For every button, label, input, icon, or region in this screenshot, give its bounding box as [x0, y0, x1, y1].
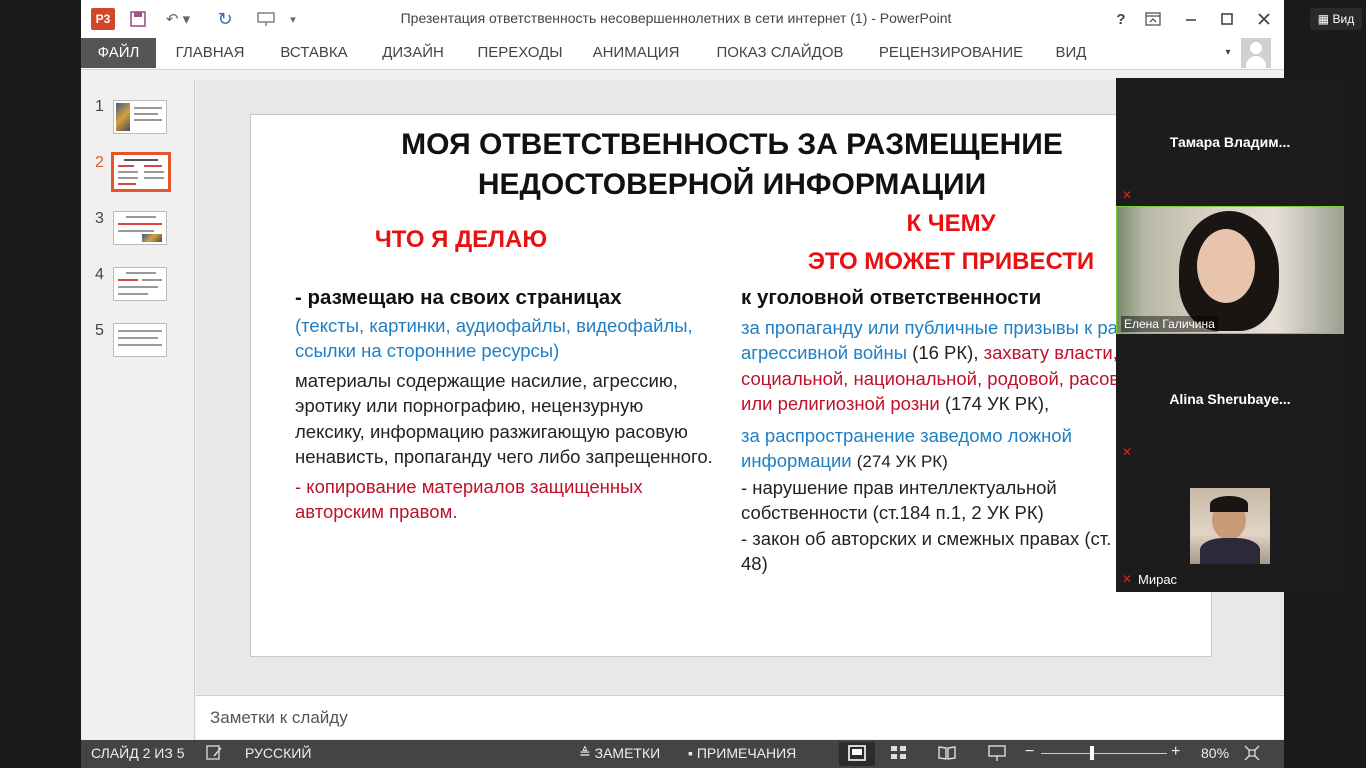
customize-toolbar-icon[interactable]: ▾	[286, 8, 300, 30]
save-icon[interactable]	[127, 8, 149, 30]
right-heading: К ЧЕМУ ЭТО МОЖЕТ ПРИВЕСТИ	[807, 210, 1095, 275]
slide-thumbnail-2[interactable]	[111, 152, 171, 192]
participant-name: Елена Галичина	[1121, 316, 1218, 332]
slide-title: МОЯ ОТВЕТСТВЕННОСТЬ ЗА РАЗМЕЩЕНИЕ НЕДОСТ…	[401, 128, 1063, 201]
minimize-icon[interactable]	[1180, 8, 1202, 30]
thumb-number: 3	[95, 210, 104, 227]
slide-canvas[interactable]: МОЯ ОТВЕТСТВЕННОСТЬ ЗА РАЗМЕЩЕНИЕ НЕДОСТ…	[250, 114, 1212, 657]
muted-mic-icon: ✕	[1121, 572, 1133, 586]
participant-tile[interactable]: Тамара Владим... ✕	[1116, 78, 1344, 206]
left-column-text: - размещаю на своих страницах (тексты, к…	[295, 285, 715, 525]
slide-thumbnails-panel: 1 2 3 4 5	[81, 80, 195, 740]
tab-home[interactable]: ГЛАВНАЯ	[169, 38, 251, 68]
right-bold-line: к уголовной ответственности	[741, 286, 1042, 309]
status-bar: СЛАЙД 2 ИЗ 5 РУССКИЙ ≜ ЗАМЕТКИ ▪ ПРИМЕЧА…	[81, 740, 1284, 768]
title-bar: P3 ↶ ▾ ↻ ▾ Презентация ответственность н…	[81, 0, 1284, 38]
comments-toggle[interactable]: ▪ ПРИМЕЧАНИЯ	[688, 745, 796, 761]
grid-icon: ▦	[1317, 12, 1330, 26]
notes-toggle[interactable]: ≜ ЗАМЕТКИ	[579, 745, 660, 762]
participant-tile[interactable]: Alina Sherubaye... ✕	[1116, 335, 1344, 463]
tab-insert[interactable]: ВСТАВКА	[271, 38, 357, 68]
comment-icon: ▪	[688, 745, 693, 761]
powerpoint-logo-icon: P3	[91, 8, 115, 30]
fit-slide-icon[interactable]	[1243, 744, 1261, 765]
ribbon-display-options-icon[interactable]	[1142, 8, 1164, 30]
view-button[interactable]: ▦ Вид	[1310, 8, 1362, 30]
help-button[interactable]: ?	[1110, 8, 1132, 30]
language-indicator[interactable]: РУССКИЙ	[245, 745, 311, 761]
zoom-level[interactable]: 80%	[1201, 745, 1229, 761]
notes-icon: ≜	[579, 745, 591, 761]
left-red-text: - копирование материалов защищенных авто…	[295, 475, 643, 523]
undo-icon[interactable]: ↶ ▾	[163, 8, 193, 30]
muted-mic-icon: ✕	[1121, 445, 1133, 459]
user-avatar-icon[interactable]	[1241, 38, 1271, 68]
muted-mic-icon: ✕	[1121, 188, 1133, 202]
ribbon-tabs: ФАЙЛ ГЛАВНАЯ ВСТАВКА ДИЗАЙН ПЕРЕХОДЫ АНИ…	[81, 38, 1284, 70]
slideshow-icon[interactable]	[251, 8, 281, 30]
tab-transitions[interactable]: ПЕРЕХОДЫ	[473, 38, 567, 68]
slide-thumbnail-1[interactable]	[113, 100, 167, 134]
participants-panel: Тамара Владим... ✕ Елена Галичина Alina …	[1116, 78, 1344, 592]
participant-tile[interactable]: ✕ Мирас	[1116, 464, 1344, 592]
participant-name: Alina Sherubaye...	[1169, 391, 1291, 407]
thumb-number: 1	[95, 98, 104, 115]
tab-design[interactable]: ДИЗАЙН	[373, 38, 453, 68]
close-icon[interactable]	[1253, 8, 1275, 30]
tab-review[interactable]: РЕЦЕНЗИРОВАНИЕ	[871, 38, 1031, 68]
notes-placeholder: Заметки к слайду	[210, 708, 348, 727]
left-plain-text: материалы содержащие насилие, агрессию, …	[295, 369, 713, 468]
zoom-slider[interactable]	[1041, 753, 1167, 754]
window-title: Презентация ответственность несовершенно…	[400, 10, 952, 26]
slide-thumbnail-3[interactable]	[113, 211, 167, 245]
ribbon-collapse-icon[interactable]: ▾	[1221, 38, 1235, 68]
thumb-number: 5	[95, 322, 104, 339]
participant-video	[1190, 488, 1270, 564]
reading-view-icon[interactable]	[937, 744, 957, 765]
left-heading: ЧТО Я ДЕЛАЮ	[374, 226, 548, 253]
left-bold-line: - размещаю на своих страницах	[295, 286, 622, 309]
redo-icon[interactable]: ↻	[214, 8, 236, 30]
right-para-3: - нарушение прав интеллектуальной собств…	[741, 476, 1057, 524]
tab-animations[interactable]: АНИМАЦИЯ	[586, 38, 686, 68]
slide-thumbnail-4[interactable]	[113, 267, 167, 301]
slide-counter: СЛАЙД 2 ИЗ 5	[91, 745, 185, 761]
spell-check-icon[interactable]	[205, 744, 223, 765]
thumb-number: 2	[95, 154, 104, 171]
zoom-out-icon[interactable]: −	[1025, 743, 1034, 761]
thumb-number: 4	[95, 266, 104, 283]
slideshow-view-icon[interactable]	[987, 744, 1007, 765]
slide-sorter-icon[interactable]	[889, 744, 909, 765]
right-para-2: за распространение заведомо ложной инфор…	[741, 424, 1072, 472]
tab-slide-show[interactable]: ПОКАЗ СЛАЙДОВ	[711, 38, 849, 68]
zoom-slider-thumb[interactable]	[1090, 746, 1094, 760]
participant-video	[1117, 207, 1343, 333]
participant-name: Тамара Владим...	[1169, 134, 1291, 150]
slide-thumbnail-5[interactable]	[113, 323, 167, 357]
participant-tile-active-speaker[interactable]: Елена Галичина	[1116, 206, 1344, 334]
participant-name: Мирас	[1138, 572, 1178, 587]
notes-pane[interactable]: Заметки к слайду	[196, 695, 1284, 739]
right-column-text: к уголовной ответственности за пропаганд…	[741, 285, 1211, 577]
tab-file[interactable]: ФАЙЛ	[81, 38, 156, 68]
powerpoint-window: P3 ↶ ▾ ↻ ▾ Презентация ответственность н…	[81, 0, 1284, 768]
right-para-4: - закон об авторских и смежных правах (с…	[741, 527, 1112, 575]
left-blue-text: (тексты, картинки, аудиофайлы, видеофайл…	[295, 314, 693, 362]
tab-view[interactable]: ВИД	[1047, 38, 1095, 68]
maximize-icon[interactable]	[1216, 8, 1238, 30]
normal-view-button[interactable]	[839, 742, 875, 766]
zoom-in-icon[interactable]: +	[1171, 743, 1180, 761]
